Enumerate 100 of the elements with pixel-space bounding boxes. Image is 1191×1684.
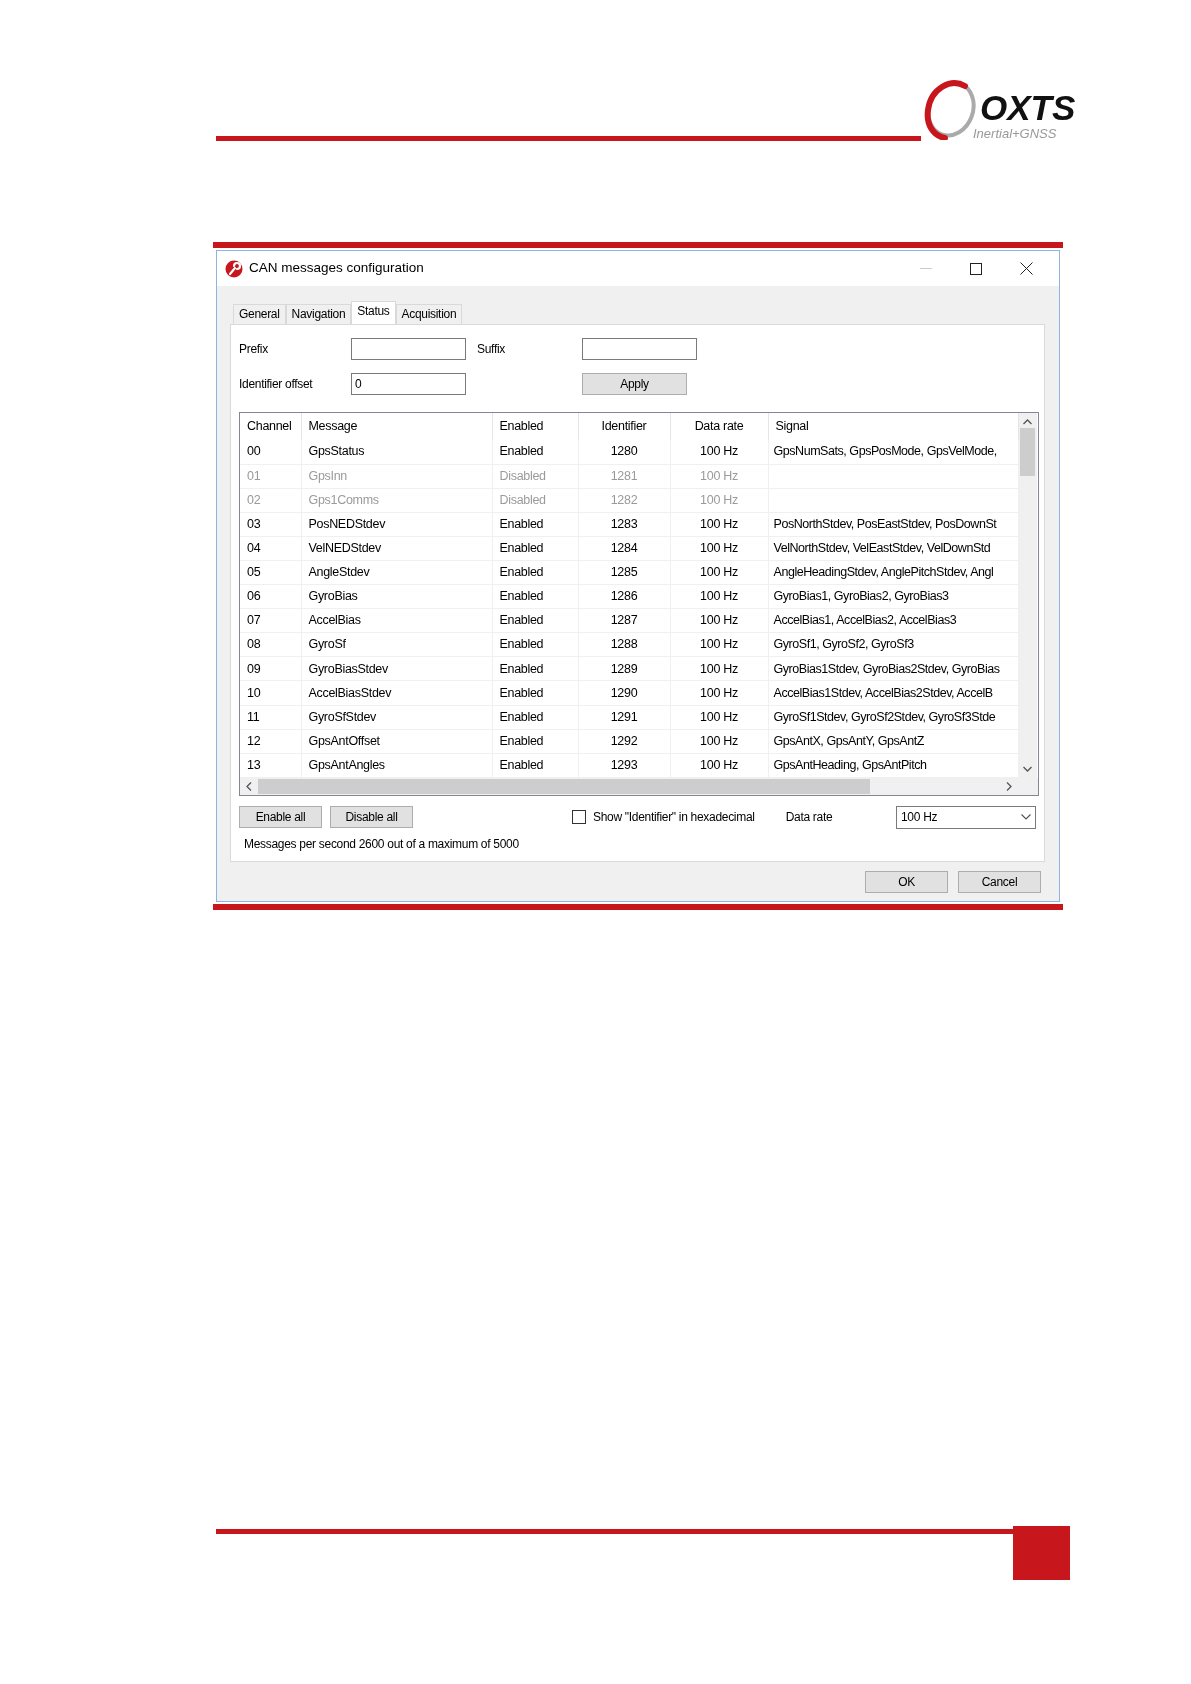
table-cell: 1282 bbox=[610, 492, 638, 507]
tab[interactable]: Acquisition bbox=[395, 304, 463, 324]
table-cell: Enabled bbox=[499, 637, 544, 652]
column-header[interactable]: Signal bbox=[768, 413, 1018, 440]
table-cell: GyroBias bbox=[308, 589, 358, 604]
table-cell: 1286 bbox=[610, 589, 638, 604]
table-cell: 1292 bbox=[610, 733, 638, 748]
tab[interactable]: Status bbox=[351, 301, 396, 324]
chevron-right-icon[interactable] bbox=[1006, 781, 1012, 791]
scroll-thumb[interactable] bbox=[258, 778, 870, 794]
table-row[interactable]: 09 GyroBiasStdev Enabled 1289 100 Hz GyroBias1Stdev, GyroBias2Stdev, GyroBias bbox=[240, 656, 1018, 681]
table-row[interactable]: 10 AccelBiasStdev Enabled 1290 100 Hz AccelBias1Stdev, AccelBias2Stdev, AccelB bbox=[240, 680, 1018, 706]
field-label: Identifier offset bbox=[239, 375, 314, 393]
page-number-box bbox=[1013, 1526, 1070, 1580]
table-cell: Enabled bbox=[499, 685, 544, 700]
wrench-icon bbox=[225, 259, 243, 278]
tab[interactable]: Navigation bbox=[285, 304, 352, 324]
table-cell: GpsAntX, GpsAntY, GpsAntZ bbox=[773, 733, 924, 748]
table-row[interactable]: 13 GpsAntAngles Enabled 1293 100 Hz GpsAntHeading, GpsAntPitch bbox=[240, 753, 1018, 778]
maximize-icon[interactable] bbox=[970, 262, 982, 275]
table-cell: 100 Hz bbox=[700, 589, 738, 604]
table-cell: GyroBias1Stdev, GyroBias2Stdev, GyroBias bbox=[773, 661, 1000, 676]
table-cell: 00 bbox=[247, 444, 261, 459]
table-cell: 1291 bbox=[610, 709, 638, 724]
chevron-up-icon[interactable] bbox=[1023, 419, 1032, 425]
table-cell: 100 Hz bbox=[700, 661, 738, 676]
dialog-button[interactable]: Cancel bbox=[958, 870, 1041, 893]
table-cell: 1280 bbox=[610, 444, 638, 459]
close-icon[interactable] bbox=[1019, 262, 1033, 275]
table-cell: 12 bbox=[247, 733, 261, 748]
table-cell: GyroBiasStdev bbox=[308, 661, 388, 676]
column-header[interactable]: Message bbox=[301, 413, 492, 440]
table-row[interactable]: 08 GyroSf Enabled 1288 100 Hz GyroSf1, GyroSf2, GyroSf3 bbox=[240, 632, 1018, 657]
table-cell: AccelBias bbox=[308, 613, 361, 628]
table-cell: 03 bbox=[247, 516, 261, 531]
table-cell: 100 Hz bbox=[700, 613, 738, 628]
table-cell: GpsNumSats, GpsPosMode, GpsVelMode, bbox=[773, 444, 997, 459]
table-row[interactable]: 03 PosNEDStdev Enabled 1283 100 Hz PosNorthStdev, PosEastStdev, PosDownSt bbox=[240, 512, 1018, 537]
table-cell: GyroSfStdev bbox=[308, 709, 377, 724]
table-cell: GpsAntAngles bbox=[308, 757, 385, 772]
table-cell: 13 bbox=[247, 757, 261, 772]
table-cell: 1293 bbox=[610, 757, 638, 772]
table-row[interactable]: 05 AngleStdev Enabled 1285 100 Hz AngleHeadingStdev, AnglePitchStdev, Angl bbox=[240, 560, 1018, 585]
table-cell: Enabled bbox=[499, 757, 544, 772]
chevron-left-icon[interactable] bbox=[246, 781, 252, 791]
table-cell: PosNEDStdev bbox=[308, 516, 386, 531]
input-field[interactable] bbox=[351, 337, 466, 360]
action-button[interactable]: Enable all bbox=[239, 806, 322, 829]
table-cell: GpsStatus bbox=[308, 444, 365, 459]
table-cell: AccelBiasStdev bbox=[308, 685, 392, 700]
column-header[interactable]: Enabled bbox=[492, 413, 578, 440]
column-header[interactable]: Channel bbox=[240, 413, 301, 440]
table-cell: 1285 bbox=[610, 565, 638, 580]
table-cell: GyroSf1Stdev, GyroSf2Stdev, GyroSf3Stde bbox=[773, 709, 996, 724]
table-cell: GyroSf1, GyroSf2, GyroSf3 bbox=[773, 637, 914, 652]
table-cell: 1283 bbox=[610, 516, 638, 531]
table-cell: Enabled bbox=[499, 516, 544, 531]
table-cell: AngleStdev bbox=[308, 565, 370, 580]
table-cell: Enabled bbox=[499, 541, 544, 556]
table-row[interactable]: 04 VelNEDStdev Enabled 1284 100 Hz VelNorthStdev, VelEastStdev, VelDownStd bbox=[240, 536, 1018, 561]
scroll-thumb[interactable] bbox=[1020, 428, 1035, 476]
tab[interactable]: General bbox=[233, 304, 286, 324]
table-row[interactable]: 11 GyroSfStdev Enabled 1291 100 Hz GyroSf1Stdev, GyroSf2Stdev, GyroSf3Stde bbox=[240, 705, 1018, 730]
table-cell: Enabled bbox=[499, 589, 544, 604]
table-cell: Enabled bbox=[499, 444, 544, 459]
table-cell: 100 Hz bbox=[700, 685, 738, 700]
table-cell: 100 Hz bbox=[700, 468, 738, 483]
logo-tagline: Inertial+GNSS bbox=[973, 127, 1057, 140]
action-button[interactable]: Disable all bbox=[330, 806, 413, 829]
table-row[interactable]: 00 GpsStatus Enabled 1280 100 Hz GpsNumSats, GpsPosMode, GpsVelMode, bbox=[240, 440, 1018, 465]
table-cell: Enabled bbox=[499, 733, 544, 748]
table-cell: GyroSf bbox=[308, 637, 346, 652]
column-header[interactable]: Data rate bbox=[670, 413, 768, 440]
table-cell: Enabled bbox=[499, 661, 544, 676]
data-rate-dropdown[interactable]: 100 Hz bbox=[896, 805, 1036, 829]
field-label: Suffix bbox=[477, 340, 506, 358]
table-cell: Enabled bbox=[499, 565, 544, 580]
table-row[interactable]: 07 AccelBias Enabled 1287 100 Hz AccelBias1, AccelBias2, AccelBias3 bbox=[240, 608, 1018, 633]
table-cell: GyroBias1, GyroBias2, GyroBias3 bbox=[773, 589, 949, 604]
status-text: Messages per second 2600 out of a maximum of 5000 bbox=[244, 835, 519, 853]
table-row[interactable]: 12 GpsAntOffset Enabled 1292 100 Hz GpsAntX, GpsAntY, GpsAntZ bbox=[240, 729, 1018, 754]
table-cell: 01 bbox=[247, 468, 261, 483]
apply-button[interactable]: Apply bbox=[582, 372, 687, 395]
chevron-down-icon[interactable] bbox=[1023, 765, 1032, 772]
column-header[interactable]: Identifier bbox=[578, 413, 670, 440]
table-cell: 02 bbox=[247, 492, 261, 507]
table-cell: 100 Hz bbox=[700, 565, 738, 580]
data-table[interactable] bbox=[239, 412, 1039, 796]
table-row[interactable]: 06 GyroBias Enabled 1286 100 Hz GyroBias1, GyroBias2, GyroBias3 bbox=[240, 584, 1018, 609]
table-cell: 1290 bbox=[610, 685, 638, 700]
table-cell: 100 Hz bbox=[700, 492, 738, 507]
input-field[interactable] bbox=[582, 337, 697, 360]
table-cell: GpsAntOffset bbox=[308, 733, 380, 748]
table-cell: 100 Hz bbox=[700, 709, 738, 724]
input-field[interactable]: 0 bbox=[351, 372, 466, 395]
table-cell: VelNorthStdev, VelEastStdev, VelDownStd bbox=[773, 541, 991, 556]
checkbox[interactable] bbox=[572, 810, 586, 825]
table-cell: AccelBias1Stdev, AccelBias2Stdev, AccelB bbox=[773, 685, 993, 700]
table-cell: 10 bbox=[247, 685, 261, 700]
dialog-button[interactable]: OK bbox=[865, 870, 948, 893]
